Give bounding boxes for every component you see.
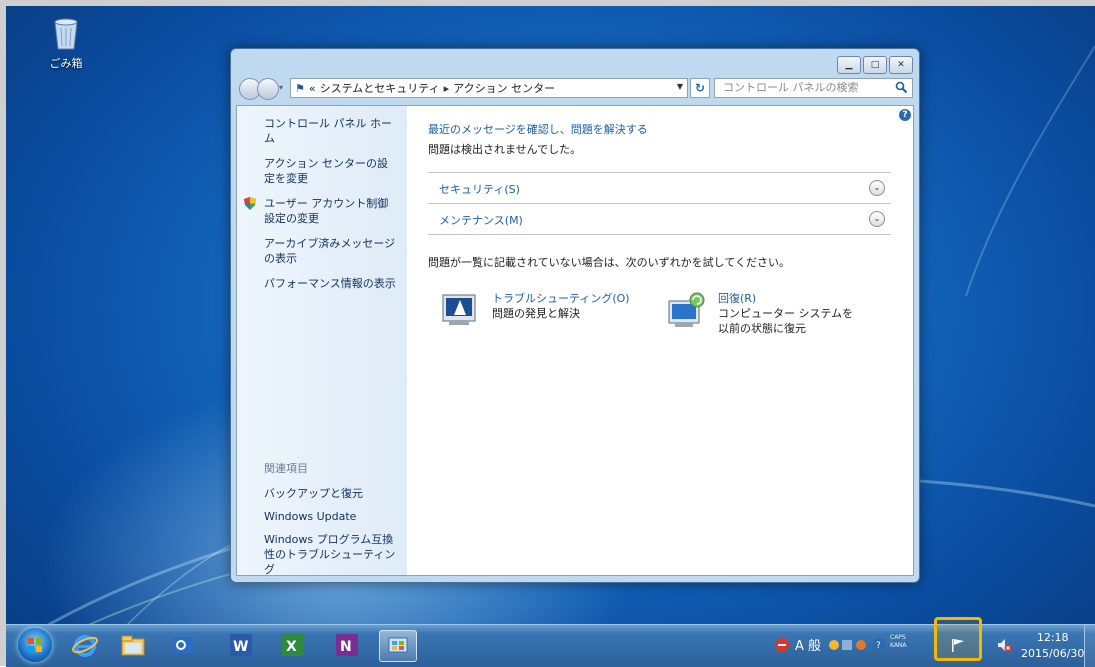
- action-center-flag-icon[interactable]: [950, 637, 966, 656]
- excel-icon: X: [282, 634, 304, 656]
- start-button[interactable]: [18, 628, 52, 662]
- link-control-panel-home[interactable]: コントロール パネル ホーム: [237, 116, 407, 146]
- kana-label: KANA: [890, 642, 907, 649]
- expand-chevron-icon[interactable]: ⌄: [869, 211, 885, 227]
- taskbar-onenote[interactable]: N: [332, 631, 362, 659]
- task-recovery[interactable]: 回復(R) コンピューター システムを 以前の状態に復元: [666, 291, 853, 336]
- status-message: 問題は検出されませんでした。: [428, 143, 582, 156]
- maximize-icon: □: [870, 60, 880, 70]
- recycle-bin-icon: [54, 18, 78, 50]
- page-title: 最近のメッセージを確認し、問題を解決する: [428, 123, 648, 136]
- svg-text:?: ?: [876, 641, 881, 651]
- help-icon[interactable]: ?: [899, 109, 911, 121]
- related-heading: 関連項目: [264, 462, 308, 475]
- breadcrumb-action-center[interactable]: アクション センター: [453, 80, 555, 96]
- main-pane: ? 最近のメッセージを確認し、問題を解決する 問題は検出されませんでした。 セキ…: [407, 106, 913, 575]
- show-desktop-button[interactable]: [1084, 625, 1095, 667]
- breadcrumb-system-security[interactable]: システムとセキュリティ: [320, 80, 440, 96]
- address-bar[interactable]: ⚑ « システムとセキュリティ ▸ アクション センター ▼: [290, 78, 688, 98]
- link-windows-update[interactable]: Windows Update: [237, 509, 407, 524]
- onenote-icon: N: [336, 634, 358, 656]
- related-section: 関連項目 バックアップと復元 Windows Update Windows プロ…: [237, 460, 407, 585]
- title-bar[interactable]: ▁ □ ✕: [231, 49, 919, 75]
- troubleshooting-icon: [442, 294, 476, 325]
- taskbar-file-explorer[interactable]: [118, 631, 148, 659]
- clock-date: 2015/06/30: [1021, 647, 1085, 660]
- recovery-desc-line-1: コンピューター システムを: [718, 307, 854, 320]
- taskbar-internet-explorer[interactable]: [70, 631, 100, 659]
- section-maintenance-label[interactable]: メンテナンス(M): [439, 212, 523, 228]
- clock-time: 12:18: [1036, 631, 1069, 644]
- section-security-label[interactable]: セキュリティ(S): [439, 181, 520, 197]
- refresh-icon: ↻: [694, 81, 706, 95]
- expand-chevron-icon[interactable]: ⌄: [869, 180, 885, 196]
- search-input[interactable]: コントロール パネルの検索: [714, 78, 913, 98]
- caps-kana-indicator[interactable]: CAPS KANA: [890, 634, 907, 650]
- action-center-flag-icon: ⚑: [295, 81, 305, 95]
- recent-pages-dropdown[interactable]: ▾: [279, 83, 283, 92]
- caption-buttons: ▁ □ ✕: [837, 56, 913, 74]
- control-panel-icon: [388, 637, 408, 653]
- windows-logo-icon: [28, 638, 42, 652]
- recovery-link[interactable]: 回復(R): [718, 291, 853, 306]
- internet-explorer-icon: [72, 635, 98, 657]
- desktop[interactable]: ごみ箱 ▁ □ ✕ ▾ ⚑ « システムとセキュリティ ▸ アクション センター…: [6, 6, 1095, 666]
- maximize-button[interactable]: □: [863, 56, 887, 74]
- caps-label: CAPS: [890, 634, 906, 641]
- link-program-compatibility[interactable]: Windows プログラム互換性のトラブルシューティング: [237, 532, 407, 577]
- navigation-bar: ▾ ⚑ « システムとセキュリティ ▸ アクション センター ▼ ↻ コントロー…: [237, 77, 913, 101]
- taskbar-word[interactable]: W: [226, 631, 256, 659]
- minimize-icon: ▁: [845, 60, 853, 70]
- breadcrumb-separator-icon[interactable]: ▸: [444, 82, 450, 95]
- ime-input-label: 般: [808, 639, 822, 654]
- action-center-window[interactable]: ▁ □ ✕ ▾ ⚑ « システムとセキュリティ ▸ アクション センター ▼ ↻…: [230, 48, 920, 583]
- address-dropdown-icon[interactable]: ▼: [677, 82, 683, 91]
- search-icon[interactable]: [895, 81, 908, 94]
- hint-text: 問題が一覧に記載されていない場合は、次のいずれかを試してください。: [428, 256, 791, 269]
- link-uac-settings-label: ユーザー アカウント制御設定の変更: [264, 197, 389, 225]
- folder-icon: [121, 635, 145, 656]
- section-maintenance[interactable]: メンテナンス(M) ⌄: [428, 203, 891, 235]
- taskbar: W X N A 般 ? CAPS KANA 12:18 2015/06/30: [6, 617, 1095, 667]
- close-icon: ✕: [897, 60, 905, 70]
- outlook-icon: [173, 637, 193, 653]
- refresh-button[interactable]: ↻: [690, 78, 710, 98]
- recycle-bin-label: ごみ箱: [49, 57, 83, 70]
- link-uac-settings[interactable]: ユーザー アカウント制御設定の変更: [237, 196, 407, 226]
- link-backup-restore[interactable]: バックアップと復元: [237, 486, 407, 501]
- volume-muted-icon[interactable]: [996, 637, 1012, 656]
- troubleshooting-link[interactable]: トラブルシューティング(O): [492, 291, 630, 306]
- left-pane: コントロール パネル ホーム アクション センターの設定を変更 ユーザー アカウ…: [237, 106, 407, 576]
- system-clock[interactable]: 12:18 2015/06/30: [1021, 630, 1084, 662]
- window-content: コントロール パネル ホーム アクション センターの設定を変更 ユーザー アカウ…: [236, 105, 914, 576]
- ime-mode-label: A: [795, 639, 804, 654]
- address-prefix[interactable]: «: [309, 82, 316, 95]
- ime-help-icon[interactable]: ?: [872, 637, 886, 654]
- security-alert-icon[interactable]: [774, 637, 790, 656]
- ime-toolbar-icon[interactable]: [828, 637, 870, 656]
- recycle-bin[interactable]: ごみ箱: [42, 16, 90, 71]
- close-button[interactable]: ✕: [889, 56, 913, 74]
- link-change-action-center-settings[interactable]: アクション センターの設定を変更: [237, 156, 407, 186]
- taskbar-control-panel[interactable]: [379, 630, 417, 662]
- word-icon: W: [230, 634, 252, 656]
- taskbar-excel[interactable]: X: [278, 631, 308, 659]
- taskbar-outlook[interactable]: [168, 631, 198, 659]
- search-placeholder: コントロール パネルの検索: [723, 81, 859, 94]
- link-performance-info[interactable]: パフォーマンス情報の表示: [237, 276, 407, 291]
- section-security[interactable]: セキュリティ(S) ⌄: [428, 172, 891, 203]
- recovery-icon: [668, 292, 705, 327]
- svg-text:X: X: [286, 639, 297, 655]
- link-archived-messages[interactable]: アーカイブ済みメッセージの表示: [237, 236, 407, 266]
- svg-text:W: W: [233, 639, 248, 655]
- uac-shield-icon: [244, 197, 256, 210]
- troubleshooting-desc: 問題の発見と解決: [492, 307, 580, 320]
- svg-text:N: N: [340, 639, 352, 655]
- ime-mode-indicator[interactable]: A 般: [795, 635, 821, 654]
- minimize-button[interactable]: ▁: [837, 56, 861, 74]
- recovery-desc-line-2: 以前の状態に復元: [718, 322, 806, 335]
- forward-button[interactable]: [257, 78, 279, 100]
- task-troubleshooting[interactable]: トラブルシューティング(O) 問題の発見と解決: [440, 291, 630, 331]
